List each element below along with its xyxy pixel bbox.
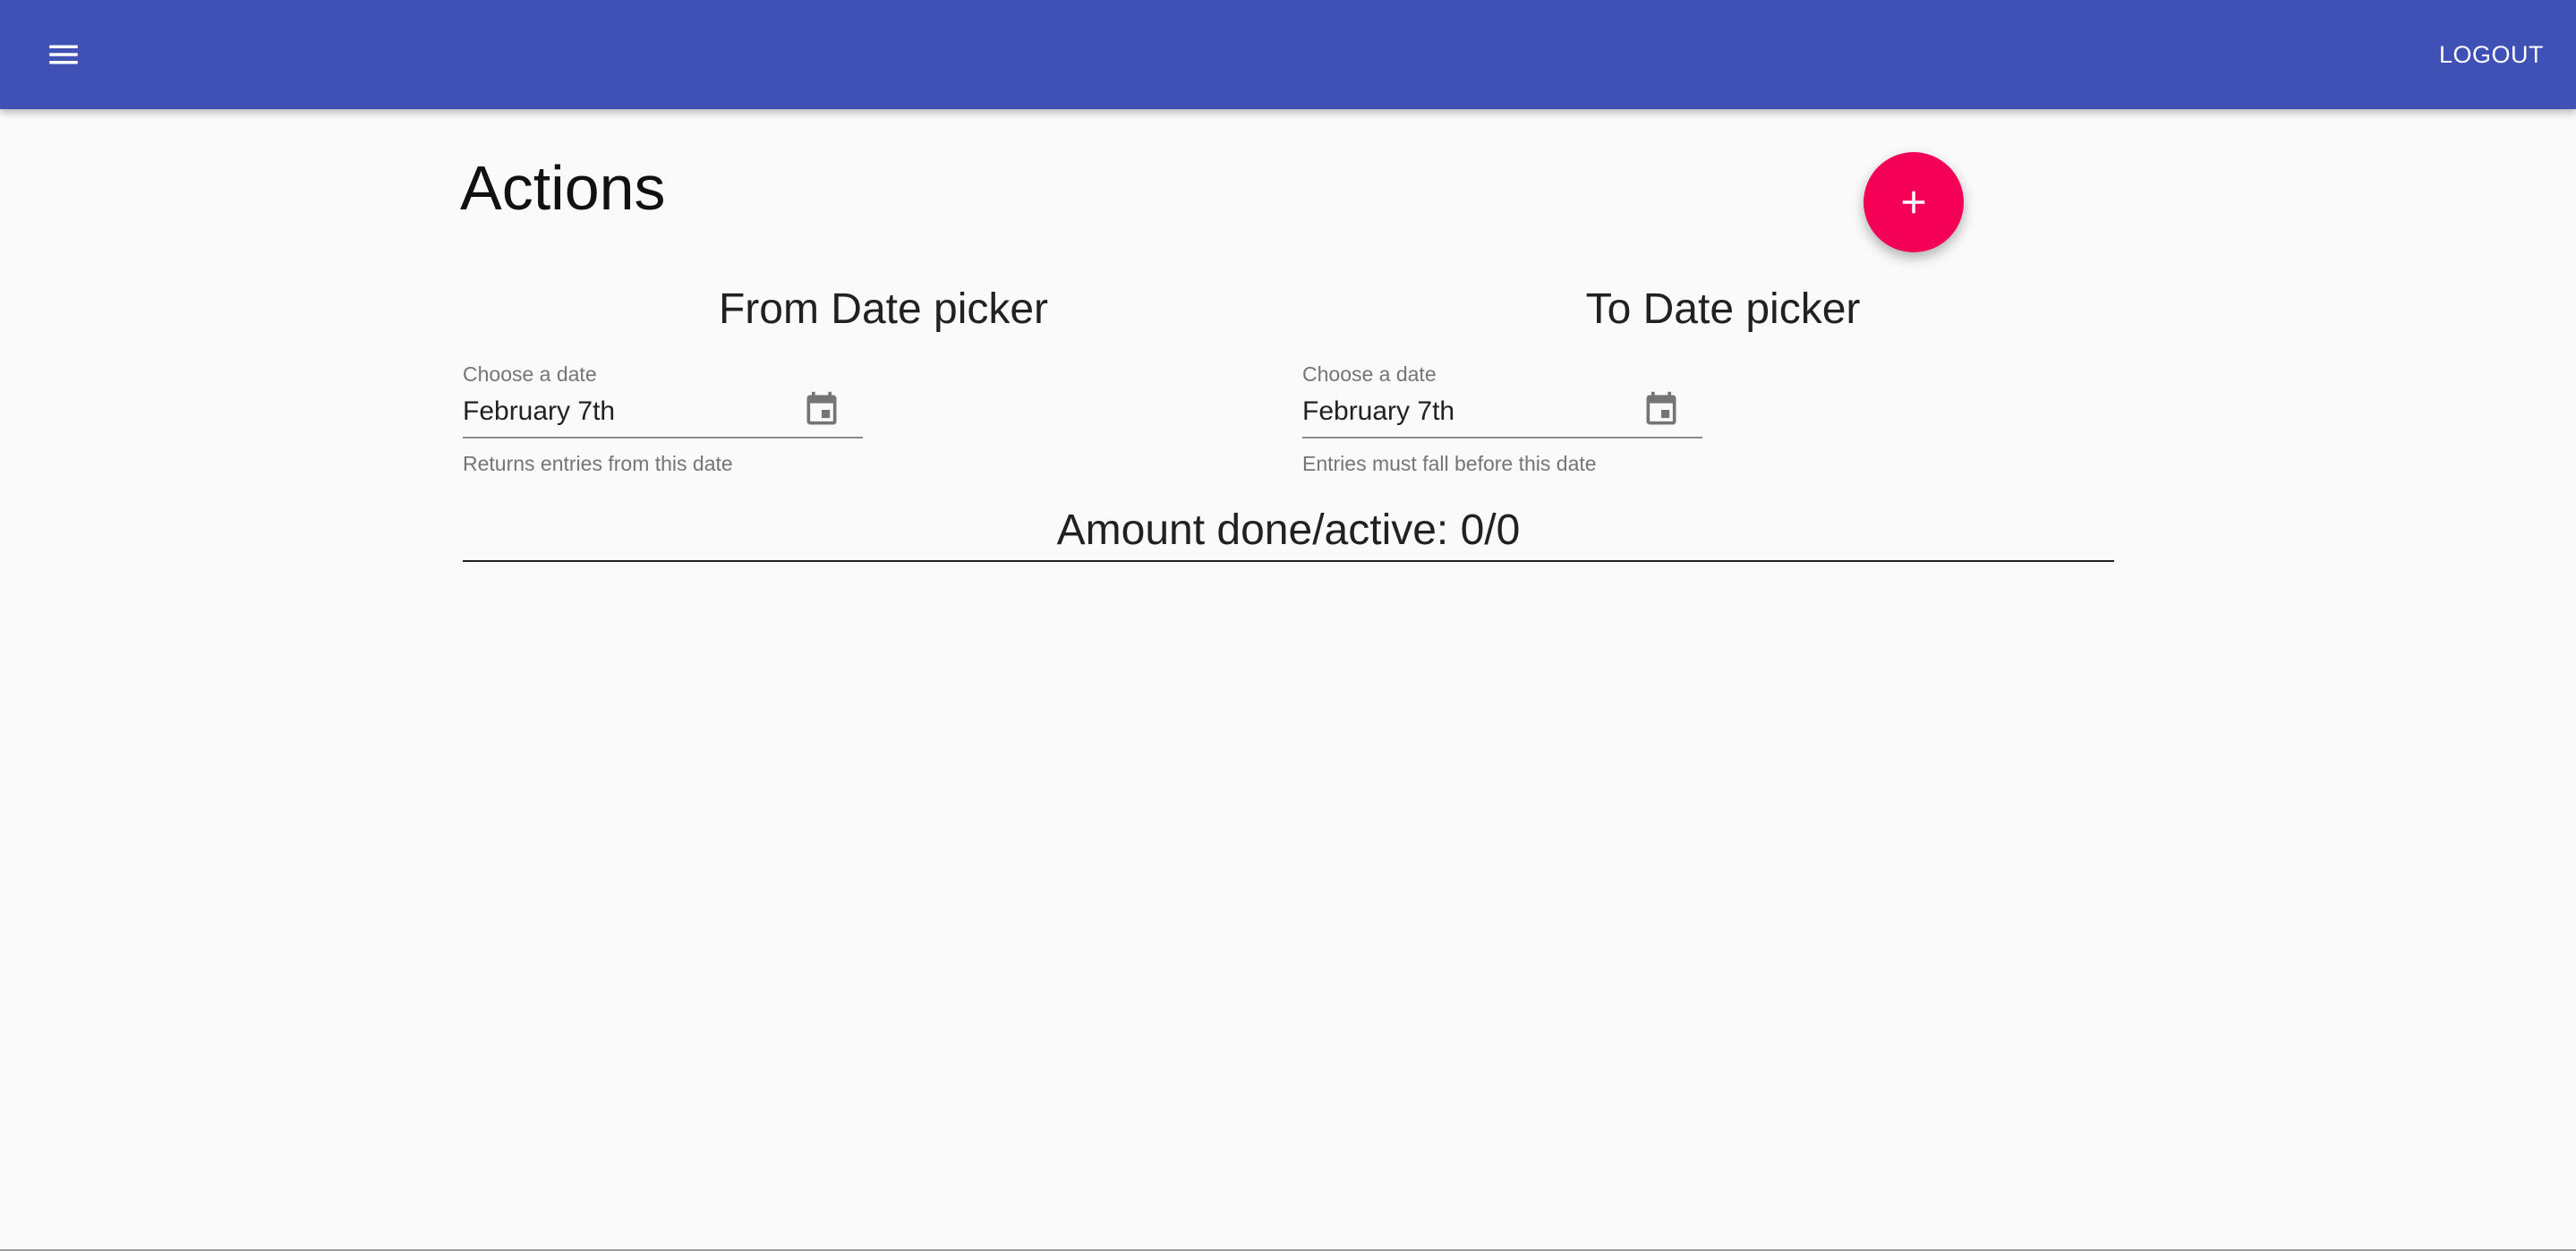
- to-date-input-row: [1302, 388, 1702, 438]
- calendar-icon: [806, 391, 837, 425]
- logout-button[interactable]: LOGOUT: [2432, 23, 2551, 86]
- to-date-input[interactable]: [1302, 394, 1625, 430]
- menu-button[interactable]: [32, 23, 95, 86]
- from-date-calendar-button[interactable]: [800, 388, 843, 431]
- from-date-helper: Returns entries from this date: [463, 452, 733, 475]
- from-date-heading: From Date picker: [718, 285, 1049, 333]
- from-date-field: Choose a date Returns entries from this …: [463, 360, 863, 478]
- from-date-section: From Date picker Choose a date Returns e…: [463, 277, 1304, 478]
- to-date-calendar-button[interactable]: [1640, 388, 1683, 431]
- from-date-label: Choose a date: [463, 362, 597, 386]
- plus-icon: [1902, 191, 1925, 214]
- amount-summary: Amount done/active: 0/0: [463, 501, 2114, 562]
- to-date-field: Choose a date Entries must fall before t…: [1302, 360, 1702, 478]
- calendar-icon: [1646, 391, 1676, 425]
- amount-summary-text: Amount done/active: 0/0: [1056, 506, 1521, 554]
- page-title: Actions: [460, 153, 666, 223]
- to-date-label: Choose a date: [1302, 362, 1437, 386]
- app-bar: LOGOUT: [0, 0, 2576, 109]
- from-date-input-row: [463, 388, 863, 438]
- menu-icon: [49, 45, 78, 64]
- add-action-button[interactable]: [1864, 152, 1964, 252]
- from-date-input[interactable]: [463, 394, 785, 430]
- to-date-section: To Date picker Choose a date Entries mus…: [1302, 277, 2144, 478]
- to-date-helper: Entries must fall before this date: [1302, 452, 1597, 475]
- to-date-heading: To Date picker: [1585, 285, 1861, 333]
